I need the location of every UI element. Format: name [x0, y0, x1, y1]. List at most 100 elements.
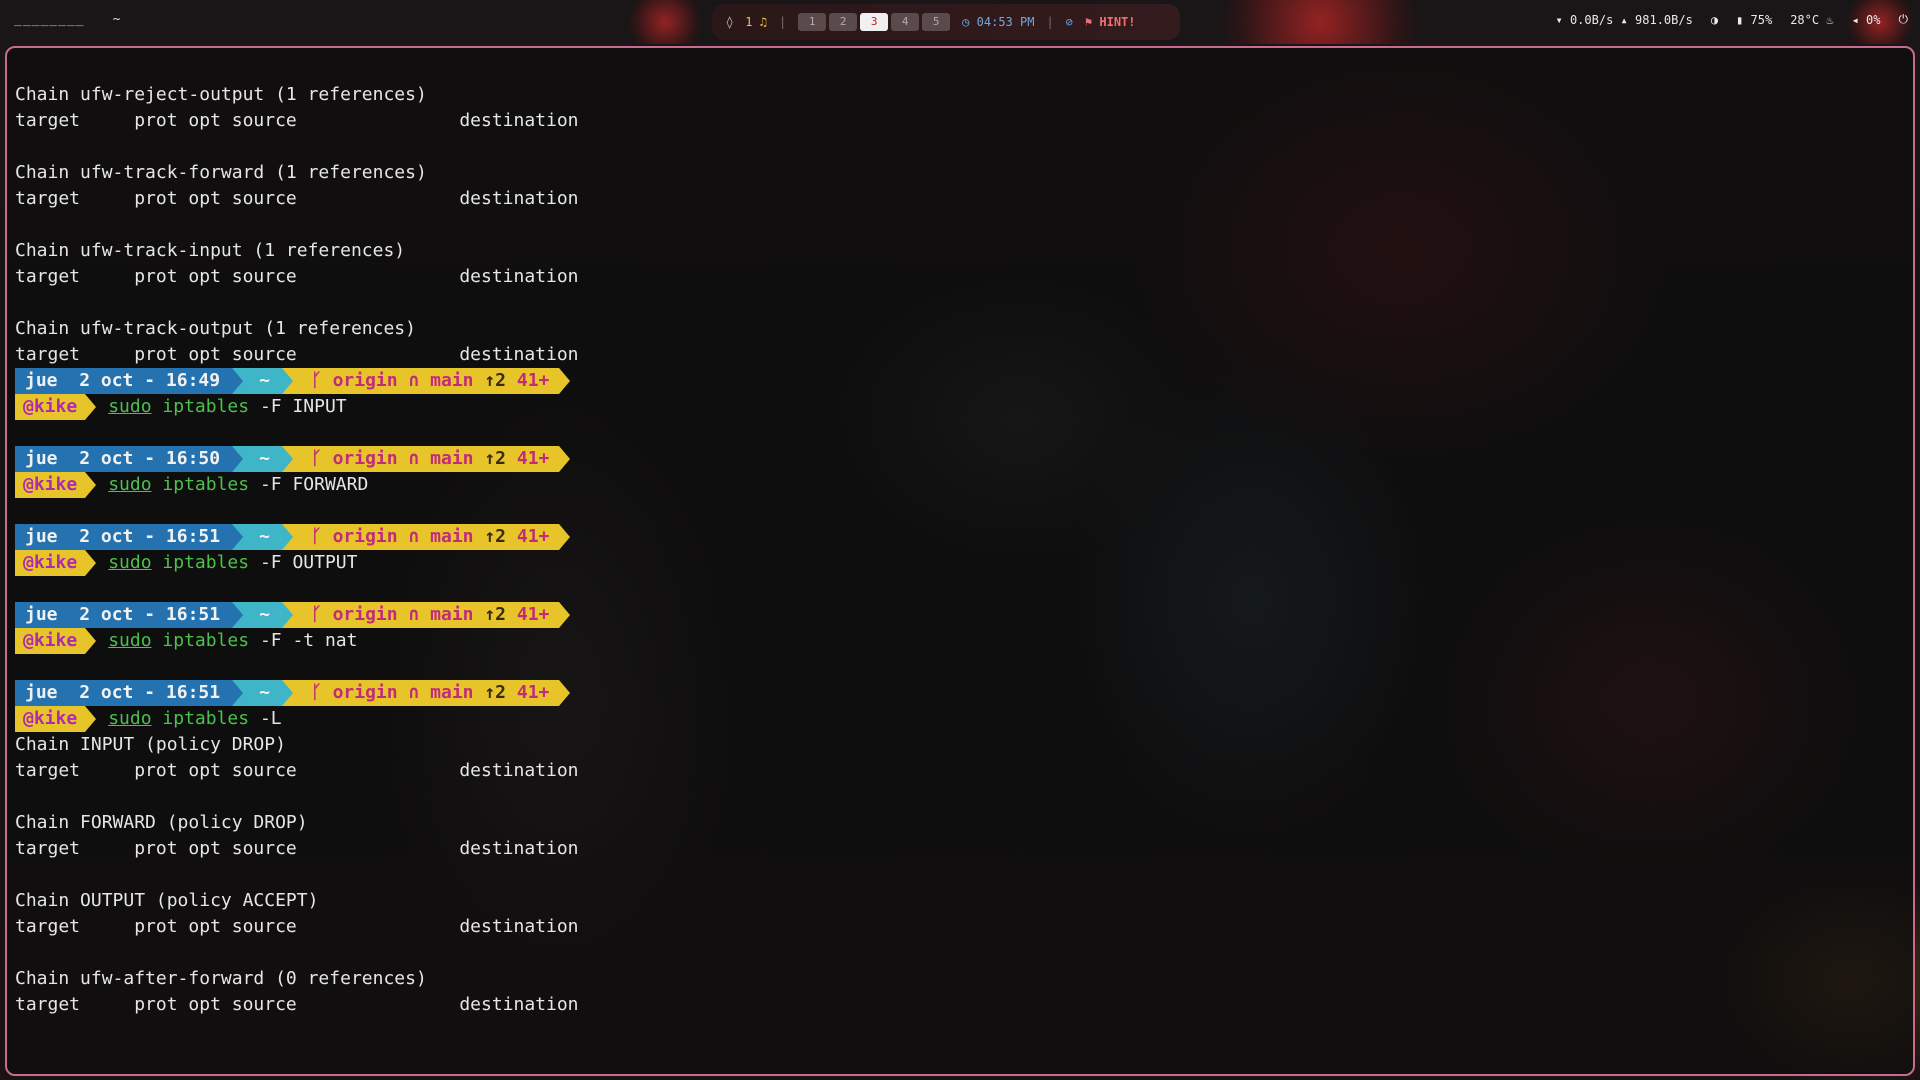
command: sudo iptables -F FORWARD — [96, 472, 368, 498]
git-remote: origin — [332, 370, 398, 391]
prompt-date-segment: jue 2 oct - 16:51 — [15, 524, 233, 550]
command: sudo iptables -L — [96, 706, 281, 732]
clock[interactable]: ◷ 04:53 PM — [962, 15, 1034, 29]
prompt-git-segment: ᚴ origin ∩ main ↑2 41+ — [292, 524, 560, 550]
water-drop-icon[interactable]: ◊ — [726, 15, 733, 29]
segment-arrow — [559, 680, 571, 706]
command-binary: iptables — [162, 552, 250, 573]
workspace-button[interactable]: 3 — [860, 13, 889, 31]
prompt-status-line: jue 2 oct - 16:50 ~ ᚴ origin ∩ main ↑2 41+ — [15, 446, 579, 472]
brightness-icon[interactable]: ◑ — [1711, 13, 1718, 27]
git-remote: origin — [332, 448, 398, 469]
chain-title: Chain ufw-track-forward (1 references) — [15, 162, 427, 183]
prompt-date-segment: jue 2 oct - 16:51 — [15, 680, 233, 706]
prompt-git-segment: ᚴ origin ∩ main ↑2 41+ — [292, 446, 560, 472]
window-title: ________ — [14, 12, 85, 27]
git-branch-icon: ᚴ — [310, 682, 333, 703]
chain-title: Chain FORWARD (policy DROP) — [15, 812, 308, 833]
git-remote: origin — [332, 604, 398, 625]
network-speed[interactable]: ▾ 0.0B/s ▴ 981.0B/s — [1555, 13, 1692, 27]
prompt-command-line: @kike sudo iptables -F FORWARD — [15, 472, 579, 498]
chain-title: Chain ufw-reject-output (1 references) — [15, 84, 427, 105]
git-changes: 41+ — [516, 448, 550, 469]
git-branch: main — [430, 448, 474, 469]
separator: | — [1046, 15, 1054, 29]
flame-icon: ♨ — [1826, 12, 1834, 27]
prompt-status-line: jue 2 oct - 16:51 ~ ᚴ origin ∩ main ↑2 41+ — [15, 602, 579, 628]
system-tray: ▾ 0.0B/s ▴ 981.0B/s ◑ ▮ 75% 28°C ♨ ◂ 0% … — [1555, 12, 1908, 27]
workspace-switcher: 12345 — [798, 13, 951, 31]
prompt-directory: ~ — [243, 368, 282, 394]
segment-arrow — [232, 446, 244, 472]
net-down-value: 0.0B/s — [1569, 12, 1614, 27]
command-args: -L — [259, 708, 282, 729]
terminal-output[interactable]: Chain ufw-reject-output (1 references) ta… — [15, 82, 579, 1018]
workspace-button[interactable]: 4 — [891, 13, 920, 31]
chain-header: target prot opt source destination — [15, 110, 579, 131]
current-directory: ~ — [112, 12, 121, 27]
segment-arrow — [232, 524, 244, 550]
segment-arrow — [559, 524, 571, 550]
hint-button[interactable]: ⚑ HINT! — [1085, 15, 1136, 29]
eye-slash-icon[interactable]: ⊘ — [1066, 15, 1073, 29]
git-icon: ∩ — [408, 370, 431, 391]
prompt-status-line: jue 2 oct - 16:51 ~ ᚴ origin ∩ main ↑2 41+ — [15, 680, 579, 706]
prompt-datetime: 2 oct - 16:50 — [79, 448, 221, 469]
prompt-directory: ~ — [243, 446, 282, 472]
command-binary: iptables — [162, 708, 250, 729]
chain-title: Chain OUTPUT (policy ACCEPT) — [15, 890, 319, 911]
upload-icon: ▴ — [1620, 12, 1628, 27]
temperature[interactable]: 28°C ♨ — [1790, 13, 1833, 27]
command: sudo iptables -F -t nat — [96, 628, 357, 654]
prompt-git-segment: ᚴ origin ∩ main ↑2 41+ — [292, 602, 560, 628]
command-args: -F OUTPUT — [259, 552, 358, 573]
prompt-datetime: 2 oct - 16:51 — [79, 682, 221, 703]
battery[interactable]: ▮ 75% — [1736, 13, 1772, 27]
prompt-command-line: @kike sudo iptables -F INPUT — [15, 394, 579, 420]
segment-arrow — [559, 446, 571, 472]
wallpaper-decoration — [620, 0, 710, 44]
segment-arrow — [85, 472, 97, 498]
power-icon[interactable]: ⏻ — [1899, 12, 1909, 27]
prompt-directory: ~ — [243, 602, 282, 628]
git-icon: ∩ — [408, 448, 431, 469]
notification-indicator[interactable]: 1 ♫ — [745, 15, 767, 29]
chain-header: target prot opt source destination — [15, 994, 579, 1015]
battery-icon: ▮ — [1736, 12, 1744, 27]
chain-header: target prot opt source destination — [15, 266, 579, 287]
workspace-button[interactable]: 2 — [829, 13, 858, 31]
workspace-button[interactable]: 5 — [922, 13, 951, 31]
segment-arrow — [281, 368, 293, 394]
prompt-status-line: jue 2 oct - 16:49 ~ ᚴ origin ∩ main ↑2 41+ — [15, 368, 579, 394]
chain-header: target prot opt source destination — [15, 344, 579, 365]
volume[interactable]: ◂ 0% — [1852, 13, 1881, 27]
chain-header: target prot opt source destination — [15, 188, 579, 209]
window-title-area: ________ ~ — [14, 12, 120, 27]
command-sudo: sudo — [108, 630, 152, 651]
prompt-day: jue — [25, 370, 58, 391]
prompt-day: jue — [25, 604, 58, 625]
command-args: -F -t nat — [259, 630, 358, 651]
git-changes: 41+ — [516, 370, 550, 391]
temperature-value: 28°C — [1790, 12, 1820, 27]
segment-arrow — [281, 680, 293, 706]
command-sudo: sudo — [108, 474, 152, 495]
prompt-user: @kike — [15, 628, 86, 654]
bell-icon: ♫ — [759, 15, 767, 29]
workspace-button[interactable]: 1 — [798, 13, 827, 31]
volume-value: 0% — [1866, 12, 1881, 27]
segment-arrow — [232, 680, 244, 706]
chain-title: Chain ufw-track-input (1 references) — [15, 240, 406, 261]
wallpaper-decoration — [1190, 0, 1450, 44]
git-branch-icon: ᚴ — [310, 448, 333, 469]
segment-arrow — [559, 368, 571, 394]
terminal-window[interactable]: Chain ufw-reject-output (1 references) ta… — [5, 46, 1915, 1076]
chain-header: target prot opt source destination — [15, 916, 579, 937]
prompt-git-segment: ᚴ origin ∩ main ↑2 41+ — [292, 680, 560, 706]
git-icon: ∩ — [408, 682, 431, 703]
